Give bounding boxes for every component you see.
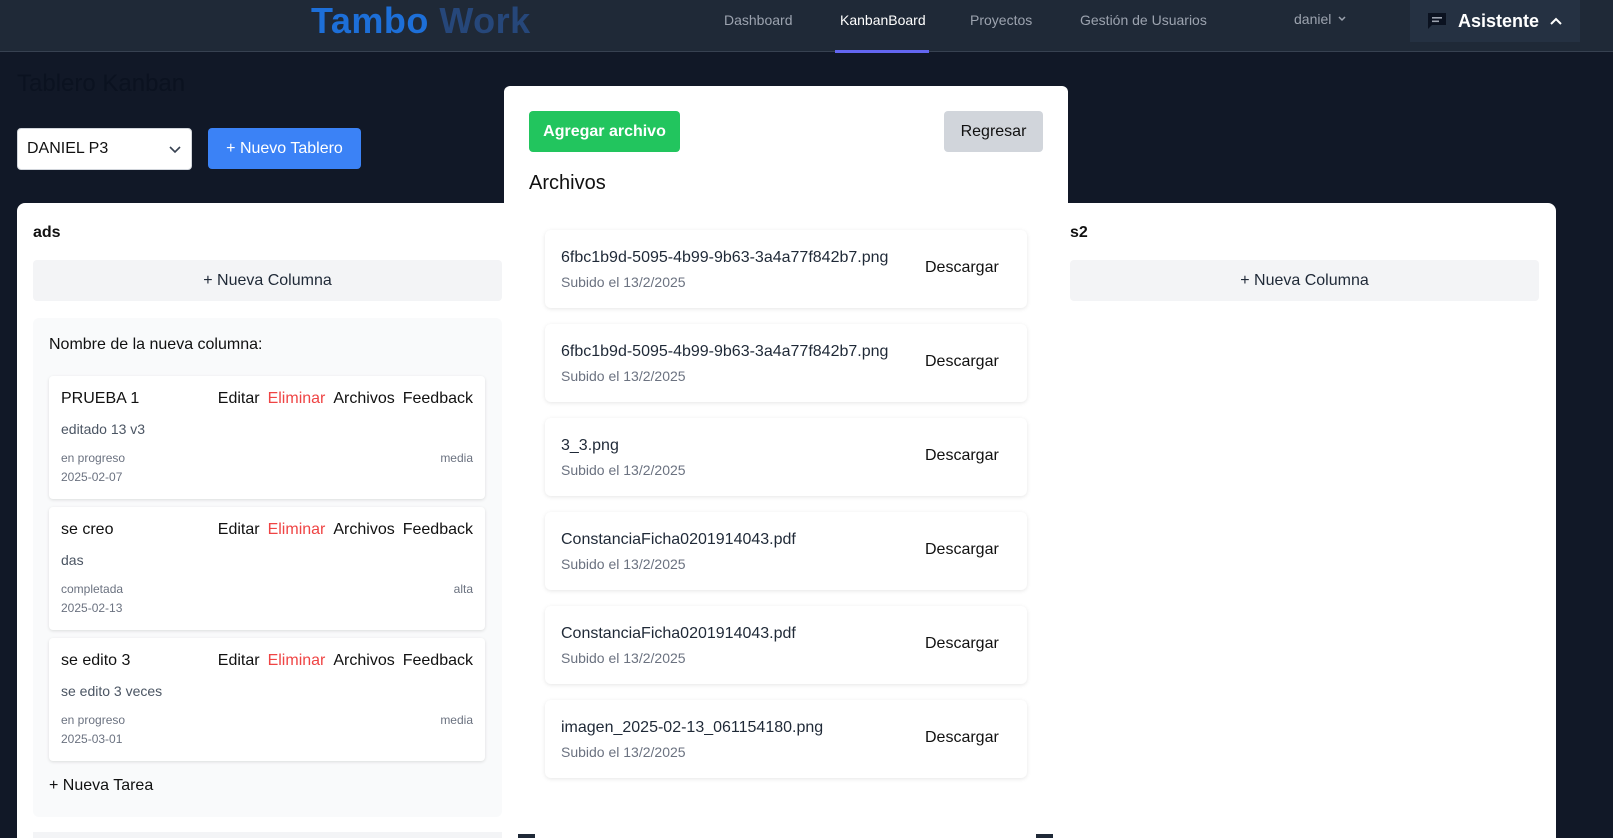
- nav-gestion-usuarios[interactable]: Gestión de Usuarios: [1080, 12, 1207, 28]
- board-select[interactable]: DANIEL P3: [17, 128, 192, 170]
- task-description: editado 13 v3: [61, 421, 146, 437]
- task-date: 2025-02-13: [61, 601, 123, 615]
- download-link[interactable]: Descargar: [925, 729, 999, 747]
- task-card[interactable]: se edito 3 Editar Eliminar Archivos Feed…: [49, 638, 485, 761]
- task-priority: alta: [453, 582, 473, 596]
- task-files-link[interactable]: Archivos: [333, 390, 394, 408]
- download-link[interactable]: Descargar: [925, 447, 999, 465]
- task-actions: Editar Eliminar Archivos Feedback: [218, 390, 473, 408]
- chevron-up-icon: [1550, 17, 1562, 25]
- file-upload-date: Subido el 13/2/2025: [561, 274, 686, 290]
- back-button[interactable]: Regresar: [944, 111, 1043, 152]
- board-select-value: DANIEL P3: [27, 140, 109, 157]
- chevron-down-icon: [1338, 16, 1346, 22]
- download-link[interactable]: Descargar: [925, 353, 999, 371]
- edit-task-link[interactable]: Editar: [218, 390, 260, 408]
- task-status: en progreso: [61, 713, 126, 727]
- file-name: imagen_2025-02-13_061154180.png: [561, 719, 824, 736]
- assistant-toggle[interactable]: Asistente: [1410, 0, 1580, 42]
- board-title-ads: ads: [33, 224, 61, 241]
- task-card[interactable]: PRUEBA 1 Editar Eliminar Archivos Feedba…: [49, 376, 485, 499]
- task-feedback-link[interactable]: Feedback: [403, 521, 473, 539]
- task-status: completada: [61, 582, 124, 596]
- delete-task-link[interactable]: Eliminar: [268, 521, 326, 539]
- file-name: ConstanciaFicha0201914043.pdf: [561, 625, 796, 642]
- file-name: 3_3.png: [561, 437, 619, 454]
- task-title: se edito 3: [61, 652, 131, 669]
- file-item: 3_3.png Subido el 13/2/2025 Descargar: [545, 418, 1027, 496]
- assistant-label: Asistente: [1458, 10, 1540, 31]
- task-card[interactable]: se creo Editar Eliminar Archivos Feedbac…: [49, 507, 485, 630]
- nav-dashboard[interactable]: Dashboard: [724, 12, 793, 28]
- modal-edge-mark: [1036, 834, 1053, 838]
- new-board-button[interactable]: + Nuevo Tablero: [208, 128, 361, 169]
- task-feedback-link[interactable]: Feedback: [403, 390, 473, 408]
- file-item: 6fbc1b9d-5095-4b99-9b63-3a4a77f842b7.png…: [545, 324, 1027, 402]
- task-files-link[interactable]: Archivos: [333, 652, 394, 670]
- nav-proyectos[interactable]: Proyectos: [970, 12, 1032, 28]
- new-task-link[interactable]: + Nueva Tarea: [49, 777, 153, 795]
- file-upload-date: Subido el 13/2/2025: [561, 744, 686, 760]
- delete-task-link[interactable]: Eliminar: [268, 390, 326, 408]
- download-link[interactable]: Descargar: [925, 635, 999, 653]
- brand-part1: Tambo: [311, 0, 440, 41]
- file-upload-date: Subido el 13/2/2025: [561, 556, 686, 572]
- file-upload-date: Subido el 13/2/2025: [561, 650, 686, 666]
- navbar: Tambo Work Dashboard KanbanBoard Proyect…: [0, 0, 1613, 53]
- file-item: ConstanciaFicha0201914043.pdf Subido el …: [545, 606, 1027, 684]
- file-upload-date: Subido el 13/2/2025: [561, 368, 686, 384]
- column-edge: [33, 832, 502, 838]
- task-date: 2025-03-01: [61, 732, 123, 746]
- page-title: Tablero Kanban: [17, 70, 186, 97]
- file-name: ConstanciaFicha0201914043.pdf: [561, 531, 796, 548]
- task-priority: media: [440, 451, 473, 465]
- file-item: ConstanciaFicha0201914043.pdf Subido el …: [545, 512, 1027, 590]
- task-date: 2025-02-07: [61, 470, 123, 484]
- add-file-button[interactable]: Agregar archivo: [529, 111, 680, 152]
- files-modal: Agregar archivo Regresar Archivos 6fbc1b…: [504, 86, 1068, 838]
- task-files-link[interactable]: Archivos: [333, 521, 394, 539]
- modal-edge-mark: [518, 834, 535, 838]
- file-item: imagen_2025-02-13_061154180.png Subido e…: [545, 700, 1027, 778]
- task-status: en progreso: [61, 451, 126, 465]
- task-actions: Editar Eliminar Archivos Feedback: [218, 521, 473, 539]
- download-link[interactable]: Descargar: [925, 259, 999, 277]
- task-actions: Editar Eliminar Archivos Feedback: [218, 652, 473, 670]
- file-item: 6fbc1b9d-5095-4b99-9b63-3a4a77f842b7.png…: [545, 230, 1027, 308]
- new-column-button[interactable]: + Nueva Columna: [33, 260, 502, 301]
- edit-task-link[interactable]: Editar: [218, 521, 260, 539]
- file-name: 6fbc1b9d-5095-4b99-9b63-3a4a77f842b7.png: [561, 249, 889, 266]
- download-link[interactable]: Descargar: [925, 541, 999, 559]
- modal-title: Archivos: [529, 172, 606, 194]
- edit-task-link[interactable]: Editar: [218, 652, 260, 670]
- new-column-button-s2[interactable]: + Nueva Columna: [1070, 260, 1539, 301]
- chevron-down-icon: [169, 146, 181, 154]
- active-nav-indicator: [835, 50, 929, 53]
- nav-kanbanboard[interactable]: KanbanBoard: [840, 12, 926, 28]
- file-name: 6fbc1b9d-5095-4b99-9b63-3a4a77f842b7.png: [561, 343, 889, 360]
- column-name-label: Nombre de la nueva columna:: [49, 336, 263, 353]
- user-name: daniel: [1294, 11, 1332, 27]
- task-priority: media: [440, 713, 473, 727]
- delete-task-link[interactable]: Eliminar: [268, 652, 326, 670]
- file-upload-date: Subido el 13/2/2025: [561, 462, 686, 478]
- brand-logo[interactable]: Tambo Work: [311, 0, 531, 42]
- task-title: PRUEBA 1: [61, 390, 140, 407]
- task-title: se creo: [61, 521, 114, 538]
- board-title-s2: s2: [1070, 224, 1088, 241]
- task-description: das: [61, 552, 84, 568]
- brand-part2: Work: [439, 0, 531, 41]
- user-menu[interactable]: daniel: [1294, 11, 1347, 27]
- chat-icon: [1428, 13, 1446, 29]
- task-feedback-link[interactable]: Feedback: [403, 652, 473, 670]
- task-description: se edito 3 veces: [61, 683, 163, 699]
- kanban-column: Nombre de la nueva columna: PRUEBA 1 Edi…: [33, 318, 502, 817]
